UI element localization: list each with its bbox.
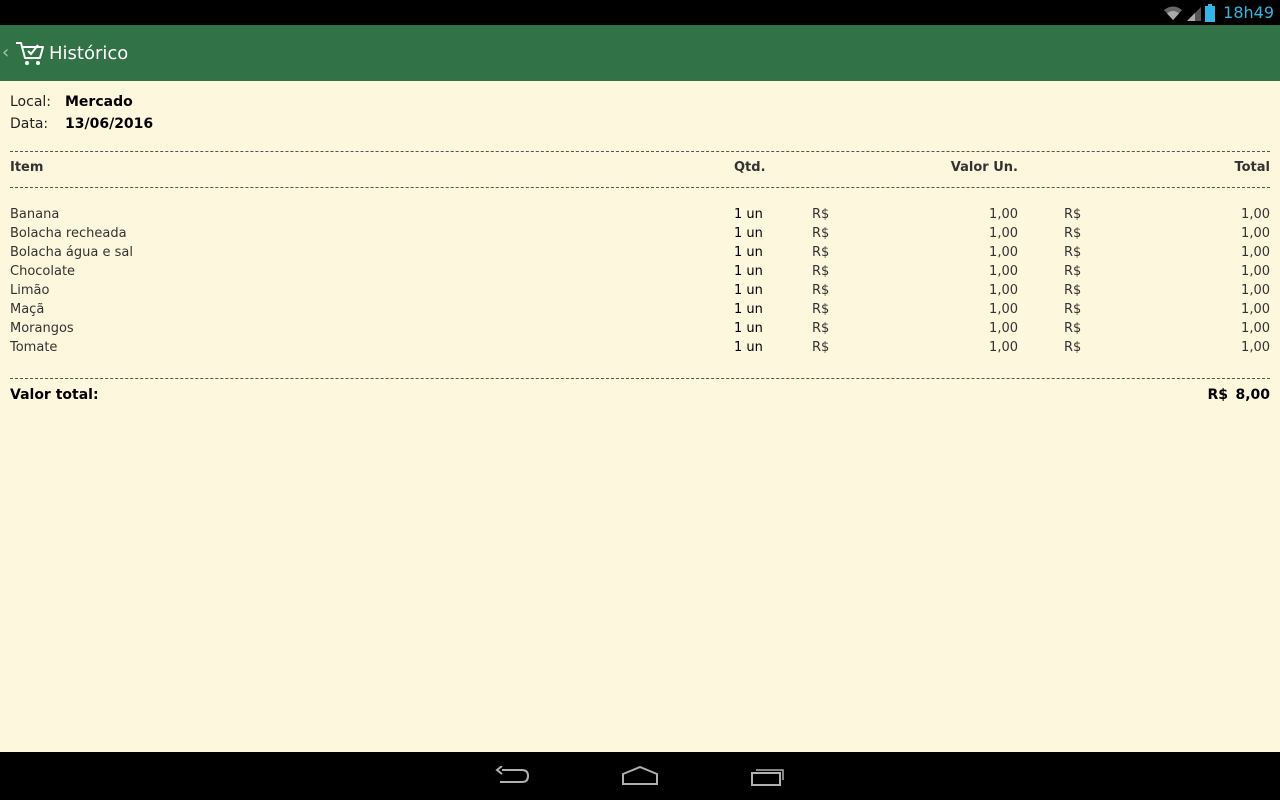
item-total: 1,00 — [1241, 264, 1270, 279]
home-icon[interactable] — [616, 762, 664, 790]
unit-currency: R$ — [812, 264, 830, 279]
column-header-item: Item — [10, 160, 44, 175]
local-label: Local: — [10, 94, 52, 110]
item-name: Chocolate — [10, 264, 76, 279]
unit-currency: R$ — [812, 302, 830, 317]
list-item[interactable]: Bolacha água e sal 1 un R$ 1,00 R$ 1,00 — [0, 243, 1280, 262]
total-currency: R$ — [1064, 302, 1082, 317]
item-total: 1,00 — [1241, 283, 1270, 298]
unit-value: 1,00 — [989, 321, 1018, 336]
unit-value: 1,00 — [989, 245, 1018, 260]
battery-icon — [1205, 3, 1216, 22]
status-bar: 18h49 — [0, 0, 1280, 25]
item-list: Banana 1 un R$ 1,00 R$ 1,00 Bolacha rech… — [0, 205, 1280, 357]
item-qty: 1 un — [734, 226, 763, 241]
receipt-view: Local: Mercado Data: 13/06/2016 Item Qtd… — [0, 81, 1280, 752]
item-total: 1,00 — [1241, 321, 1270, 336]
item-qty: 1 un — [734, 340, 763, 355]
total-currency: R$ — [1064, 283, 1082, 298]
local-row: Local: Mercado — [10, 94, 133, 110]
unit-value: 1,00 — [989, 283, 1018, 298]
list-item[interactable]: Bolacha recheada 1 un R$ 1,00 R$ 1,00 — [0, 224, 1280, 243]
column-header-total: Total — [1234, 160, 1270, 175]
back-icon[interactable] — [488, 762, 536, 790]
local-value: Mercado — [65, 94, 133, 110]
item-qty: 1 un — [734, 264, 763, 279]
wifi-icon — [1163, 5, 1183, 21]
status-time: 18h49 — [1223, 3, 1274, 22]
item-qty: 1 un — [734, 321, 763, 336]
list-item[interactable]: Chocolate 1 un R$ 1,00 R$ 1,00 — [0, 262, 1280, 281]
cell-signal-icon — [1187, 5, 1202, 21]
unit-currency: R$ — [812, 283, 830, 298]
item-name: Banana — [10, 207, 60, 222]
item-name: Bolacha recheada — [10, 226, 127, 241]
item-total: 1,00 — [1241, 302, 1270, 317]
column-header-unit-value: Valor Un. — [950, 160, 1018, 175]
recent-apps-icon[interactable] — [744, 762, 792, 790]
chevron-left-icon[interactable]: ‹ — [2, 25, 12, 81]
item-name: Morangos — [10, 321, 74, 336]
total-value: 8,00 — [1235, 387, 1270, 403]
item-total: 1,00 — [1241, 245, 1270, 260]
list-item[interactable]: Morangos 1 un R$ 1,00 R$ 1,00 — [0, 319, 1280, 338]
page-title: Histórico — [49, 42, 129, 64]
unit-currency: R$ — [812, 226, 830, 241]
divider — [10, 378, 1270, 379]
list-item[interactable]: Banana 1 un R$ 1,00 R$ 1,00 — [0, 205, 1280, 224]
total-currency: R$ — [1064, 321, 1082, 336]
total-currency: R$ — [1064, 264, 1082, 279]
unit-currency: R$ — [812, 340, 830, 355]
action-bar: ‹ Histórico — [0, 25, 1280, 81]
list-item[interactable]: Maçã 1 un R$ 1,00 R$ 1,00 — [0, 300, 1280, 319]
unit-value: 1,00 — [989, 302, 1018, 317]
item-total: 1,00 — [1241, 226, 1270, 241]
list-item[interactable]: Limão 1 un R$ 1,00 R$ 1,00 — [0, 281, 1280, 300]
total-currency: R$ — [1064, 340, 1082, 355]
item-qty: 1 un — [734, 245, 763, 260]
divider — [10, 151, 1270, 152]
list-item[interactable]: Tomate 1 un R$ 1,00 R$ 1,00 — [0, 338, 1280, 357]
status-icons: 18h49 — [1163, 2, 1274, 23]
date-label: Data: — [10, 116, 49, 132]
item-name: Bolacha água e sal — [10, 245, 133, 260]
unit-value: 1,00 — [989, 226, 1018, 241]
unit-currency: R$ — [812, 321, 830, 336]
unit-currency: R$ — [812, 207, 830, 222]
date-row: Data: 13/06/2016 — [10, 116, 153, 132]
navigation-bar — [0, 752, 1280, 800]
total-currency: R$ — [1064, 226, 1082, 241]
unit-currency: R$ — [812, 245, 830, 260]
unit-value: 1,00 — [989, 340, 1018, 355]
total-currency: R$ — [1207, 387, 1228, 403]
item-name: Maçã — [10, 302, 45, 317]
unit-value: 1,00 — [989, 264, 1018, 279]
item-name: Limão — [10, 283, 50, 298]
column-header-qty: Qtd. — [734, 160, 766, 175]
item-qty: 1 un — [734, 302, 763, 317]
item-qty: 1 un — [734, 283, 763, 298]
unit-value: 1,00 — [989, 207, 1018, 222]
total-currency: R$ — [1064, 207, 1082, 222]
shopping-cart-icon[interactable] — [14, 37, 46, 69]
divider — [10, 187, 1270, 188]
date-value: 13/06/2016 — [65, 116, 154, 132]
total-currency: R$ — [1064, 245, 1082, 260]
total-label: Valor total: — [10, 387, 99, 403]
item-qty: 1 un — [734, 207, 763, 222]
item-name: Tomate — [10, 340, 58, 355]
item-total: 1,00 — [1241, 207, 1270, 222]
up-navigation[interactable]: ‹ — [0, 25, 46, 81]
item-total: 1,00 — [1241, 340, 1270, 355]
